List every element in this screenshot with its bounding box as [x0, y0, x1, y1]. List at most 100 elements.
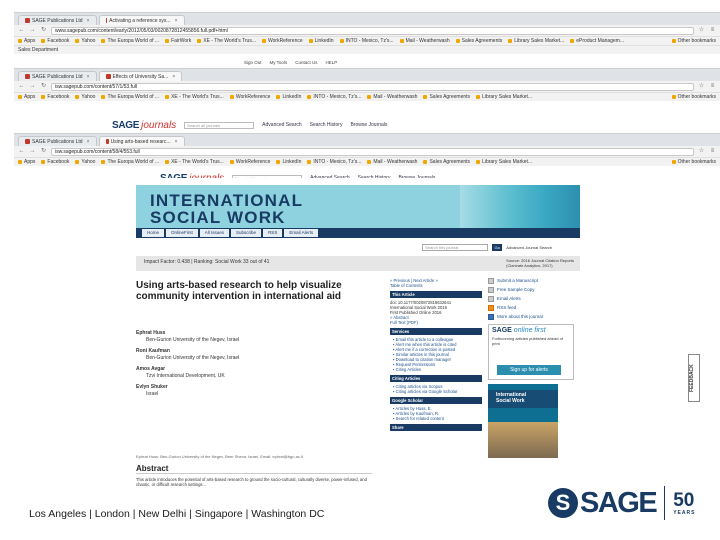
menu-icon[interactable]: ≡ — [709, 83, 716, 90]
email-alerts-link[interactable]: Email Alerts — [488, 296, 574, 302]
rss-feed-link[interactable]: RSS feed — [488, 305, 574, 311]
journal-cover[interactable]: International Social Work — [488, 384, 558, 458]
star-icon[interactable]: ☆ — [698, 83, 705, 90]
author-name[interactable]: Roni Kaufman — [136, 348, 376, 355]
contact-us-link[interactable]: Contact Us — [295, 60, 317, 65]
search-input[interactable]: Search all journals — [184, 121, 255, 129]
bookmark[interactable]: LinkedIn — [276, 94, 301, 100]
bookmark[interactable]: WorkReference — [229, 94, 270, 100]
bookmark[interactable]: Library Sales Market... — [476, 159, 532, 165]
bookmark[interactable]: Apps — [18, 94, 35, 100]
sign-up-alerts-button[interactable]: Sign up for alerts — [497, 365, 561, 375]
bookmark[interactable]: Facebook — [41, 94, 69, 100]
bookmark[interactable]: Facebook — [41, 38, 69, 44]
bookmark[interactable]: Yahoo — [75, 38, 95, 44]
bookmark[interactable]: FairWork — [165, 38, 191, 44]
bookmark[interactable]: XE - The World's Trus... — [165, 94, 224, 100]
address-bar[interactable]: isw.sagepub.com/content/57/1/53.full — [51, 82, 694, 91]
free-sample-link[interactable]: Free Sample Copy — [488, 287, 574, 293]
bookmark[interactable]: The Europa World of ... — [101, 94, 159, 100]
close-icon[interactable]: × — [87, 18, 90, 24]
table-of-contents-link[interactable]: Table of Contents — [390, 283, 482, 288]
bookmark[interactable]: Facebook — [41, 159, 69, 165]
close-icon[interactable]: × — [87, 74, 90, 80]
address-bar[interactable]: isw.sagepub.com/content/58/4/553.full — [51, 147, 694, 156]
bookmark[interactable]: Apps — [18, 159, 35, 165]
reload-icon[interactable]: ↻ — [40, 83, 47, 90]
tab-sage-publications[interactable]: SAGE Publications Ltd × — [18, 15, 97, 25]
forward-icon[interactable]: → — [29, 27, 36, 34]
full-text-pdf-link[interactable]: Full Text (PDF) — [390, 320, 482, 325]
list-item[interactable]: Citing articles via Google Scholar — [390, 389, 482, 394]
bookmark[interactable]: The Europa World of ... — [101, 38, 159, 44]
bookmark[interactable]: LinkedIn — [276, 159, 301, 165]
bookmark[interactable]: eProduct Managem... — [570, 38, 624, 44]
tab-rss[interactable]: RSS — [263, 229, 283, 237]
sage-logo[interactable]: SAGE — [112, 120, 139, 131]
bookmark[interactable]: Library Sales Market... — [508, 38, 564, 44]
forward-icon[interactable]: → — [29, 148, 36, 155]
bookmark[interactable]: WorkReference — [229, 159, 270, 165]
tab-home[interactable]: Home — [142, 229, 165, 237]
back-icon[interactable]: ← — [18, 148, 25, 155]
menu-icon[interactable]: ≡ — [709, 148, 716, 155]
other-bookmarks[interactable]: Other bookmarks — [671, 159, 716, 165]
back-icon[interactable]: ← — [18, 27, 25, 34]
list-item[interactable]: Search for related content — [390, 416, 482, 421]
address-bar[interactable]: www.sagepub.com/content/early/2012/05/03… — [51, 26, 694, 35]
bookmark[interactable]: Yahoo — [75, 94, 95, 100]
star-icon[interactable]: ☆ — [698, 148, 705, 155]
bookmark[interactable]: INTO - Mexico, Tz's... — [307, 94, 361, 100]
go-button[interactable]: Go — [492, 244, 503, 251]
feedback-tab[interactable]: FEEDBACK — [688, 354, 700, 402]
list-item[interactable]: Citing Articles — [390, 367, 482, 372]
close-icon[interactable]: × — [175, 139, 178, 145]
advanced-search-link[interactable]: Advanced Search — [262, 122, 301, 128]
tab-article[interactable]: Activating a reference sys... × — [98, 15, 185, 25]
tab-article[interactable]: Effects of University Sa... × — [98, 71, 183, 81]
other-bookmarks[interactable]: Other bookmarks — [671, 94, 716, 100]
submit-manuscript-link[interactable]: Submit a Manuscript — [488, 278, 574, 284]
journal-search-input[interactable]: Search this journal — [422, 244, 489, 251]
bookmark[interactable]: Mail - Weatherwash — [367, 94, 417, 100]
other-bookmarks[interactable]: Other bookmarks — [671, 38, 716, 44]
bookmark[interactable]: Mail - Weatherwash — [367, 159, 417, 165]
bookmark[interactable]: Yahoo — [75, 159, 95, 165]
tab-email-alerts[interactable]: Email Alerts — [284, 229, 319, 237]
tab-subscribe[interactable]: Subscribe — [231, 229, 262, 237]
bookmark[interactable]: Sales Agreements — [423, 94, 470, 100]
tab-sage-publications[interactable]: SAGE Publications Ltd × — [18, 136, 97, 146]
bookmark[interactable]: WorkReference — [262, 38, 303, 44]
tab-article[interactable]: Using arts-based researc... × — [98, 136, 185, 146]
bookmark[interactable]: INTO - Mexico, Tz's... — [307, 159, 361, 165]
bookmark[interactable]: Mail - Weatherwash — [399, 38, 450, 44]
star-icon[interactable]: ☆ — [698, 27, 705, 34]
bookmark[interactable]: XE - The World's Trus... — [197, 38, 256, 44]
bookmark[interactable]: LinkedIn — [308, 38, 334, 44]
sign-out-link[interactable]: Sign Out — [244, 60, 262, 65]
tab-all-issues[interactable]: All Issues — [199, 229, 230, 237]
browse-journals-link[interactable]: Browse Journals — [350, 122, 387, 128]
online-first-box[interactable]: SAGE online first Forthcoming articles p… — [488, 324, 574, 380]
reload-icon[interactable]: ↻ — [40, 148, 47, 155]
close-icon[interactable]: × — [172, 74, 175, 80]
advanced-journal-search-link[interactable]: Advanced Journal Search — [506, 245, 552, 250]
bookmark[interactable]: Library Sales Market... — [476, 94, 532, 100]
tab-sage-publications[interactable]: SAGE Publications Ltd × — [18, 71, 97, 81]
bookmark[interactable]: Apps — [18, 38, 35, 44]
bookmark[interactable]: Sales Agreements — [423, 159, 470, 165]
back-icon[interactable]: ← — [18, 83, 25, 90]
help-link[interactable]: HELP — [325, 60, 337, 65]
menu-icon[interactable]: ≡ — [709, 27, 716, 34]
bookmark[interactable]: XE - The World's Trus... — [165, 159, 224, 165]
forward-icon[interactable]: → — [29, 83, 36, 90]
author-name[interactable]: Ephrat Huss — [136, 330, 376, 337]
close-icon[interactable]: × — [175, 18, 178, 24]
more-about-journal-link[interactable]: More about this journal — [488, 314, 574, 320]
reload-icon[interactable]: ↻ — [40, 27, 47, 34]
close-icon[interactable]: × — [87, 139, 90, 145]
bookmark[interactable]: Sales Agreements — [455, 38, 502, 44]
author-name[interactable]: Amos Avgar — [136, 366, 376, 373]
bookmark[interactable]: INTO - Mexico, Tz's... — [339, 38, 394, 44]
my-tools-link[interactable]: My Tools — [270, 60, 288, 65]
